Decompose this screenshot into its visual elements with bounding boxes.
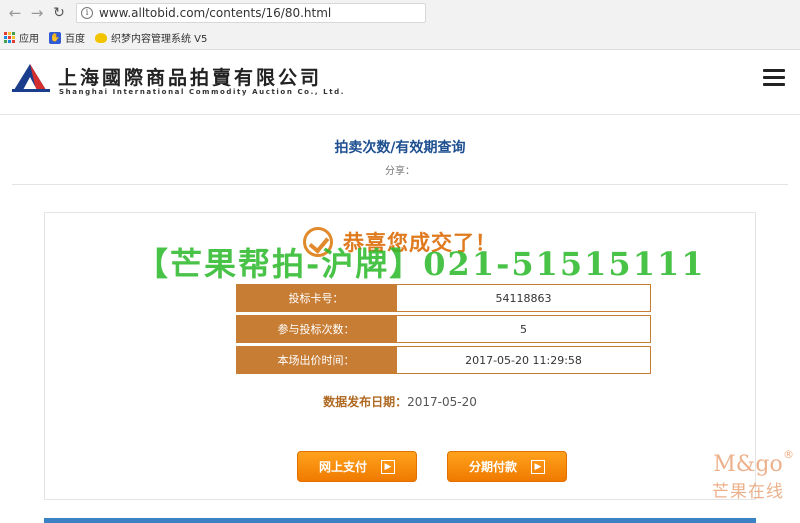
bookmarks-bar: 应用 ✋ 百度 织梦内容管理系统 V5 — [0, 25, 800, 50]
bookmark-label: 百度 — [65, 34, 85, 45]
play-arrow-icon: ▶ — [381, 459, 395, 474]
back-icon[interactable]: ← — [6, 4, 24, 22]
divider — [12, 184, 788, 185]
registered-mark: ® — [783, 448, 794, 461]
publish-date: 数据发布日期：2017-05-20 — [0, 393, 800, 410]
browser-nav-row: ← → ↻ i www.alltobid.com/contents/16/80.… — [0, 0, 800, 25]
bookmark-label: 应用 — [19, 34, 39, 45]
baidu-icon: ✋ — [49, 31, 61, 44]
play-arrow-icon: ▶ — [531, 459, 545, 474]
company-name-en: Shanghai International Commodity Auction… — [59, 88, 346, 96]
reload-icon[interactable]: ↻ — [50, 4, 68, 22]
mango-logo-cn: 芒果在线 — [712, 482, 784, 502]
hamburger-menu-icon[interactable] — [763, 69, 785, 87]
forward-icon[interactable]: → — [28, 4, 46, 22]
row-value: 54118863 — [396, 284, 651, 312]
company-logo-icon[interactable] — [12, 62, 50, 92]
company-name-cn: 上海國際商品拍賣有限公司 — [58, 67, 323, 89]
mango-logo: M&go ® 芒果在线 — [700, 448, 796, 502]
page-title: 拍卖次数/有效期查询 — [334, 140, 466, 156]
dedecms-icon — [95, 32, 107, 43]
row-value: 2017-05-20 11:29:58 — [396, 346, 651, 374]
publish-date-label: 数据发布日期： — [323, 395, 408, 409]
browser-chrome: ← → ↻ i www.alltobid.com/contents/16/80.… — [0, 0, 800, 50]
installment-pay-button[interactable]: 分期付款 ▶ — [447, 451, 567, 482]
table-row: 投标卡号： 54118863 — [236, 284, 651, 312]
bookmark-baidu[interactable]: ✋ 百度 — [49, 30, 85, 45]
url-text: www.alltobid.com/contents/16/80.html — [99, 5, 332, 20]
row-value: 5 — [396, 315, 651, 343]
publish-date-value: 2017-05-20 — [407, 395, 477, 409]
bottom-bar — [44, 518, 756, 523]
row-label: 投标卡号： — [236, 284, 396, 312]
row-label: 参与投标次数： — [236, 315, 396, 343]
address-bar[interactable]: i www.alltobid.com/contents/16/80.html — [76, 2, 426, 23]
bookmark-dedecms[interactable]: 织梦内容管理系统 V5 — [95, 30, 207, 45]
online-pay-button[interactable]: 网上支付 ▶ — [297, 451, 417, 482]
bid-info-table: 投标卡号： 54118863 参与投标次数： 5 本场出价时间： 2017-05… — [236, 281, 651, 377]
button-label: 网上支付 — [318, 460, 367, 474]
mango-logo-en: M&go — [713, 452, 783, 477]
row-label: 本场出价时间： — [236, 346, 396, 374]
button-label: 分期付款 — [468, 460, 517, 474]
info-icon[interactable]: i — [81, 6, 93, 19]
bookmark-label: 织梦内容管理系统 V5 — [111, 34, 208, 45]
table-row: 参与投标次数： 5 — [236, 315, 651, 343]
table-row: 本场出价时间： 2017-05-20 11:29:58 — [236, 346, 651, 374]
bookmark-apps[interactable]: 应用 — [4, 30, 39, 45]
share-label: 分享： — [385, 166, 415, 177]
watermark-text: 【芒果帮拍-沪牌】021-51515111 — [136, 245, 706, 283]
apps-icon — [4, 32, 15, 43]
site-header: 上海國際商品拍賣有限公司 Shanghai International Comm… — [0, 50, 800, 115]
